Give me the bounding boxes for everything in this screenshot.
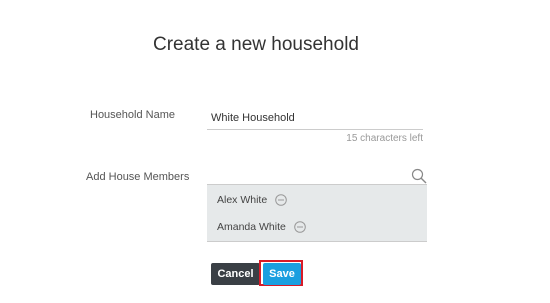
- save-button[interactable]: Save: [263, 263, 301, 285]
- member-item: Amanda White: [217, 217, 306, 237]
- page-title: Create a new household: [153, 34, 359, 55]
- member-name: Amanda White: [217, 221, 286, 233]
- remove-circle-icon[interactable]: [275, 194, 287, 206]
- add-members-label: Add House Members: [86, 171, 190, 183]
- member-search-input[interactable]: [207, 168, 427, 185]
- search-icon[interactable]: [411, 168, 427, 184]
- household-name-value: White Household: [211, 112, 295, 124]
- member-item: Alex White: [217, 190, 287, 210]
- household-name-label: Household Name: [90, 109, 175, 121]
- character-counter: 15 characters left: [346, 133, 423, 144]
- member-list: Alex White Amanda White: [207, 185, 427, 242]
- household-name-input[interactable]: White Household: [207, 104, 423, 130]
- remove-circle-icon[interactable]: [294, 221, 306, 233]
- cancel-button[interactable]: Cancel: [211, 263, 260, 285]
- member-name: Alex White: [217, 194, 268, 206]
